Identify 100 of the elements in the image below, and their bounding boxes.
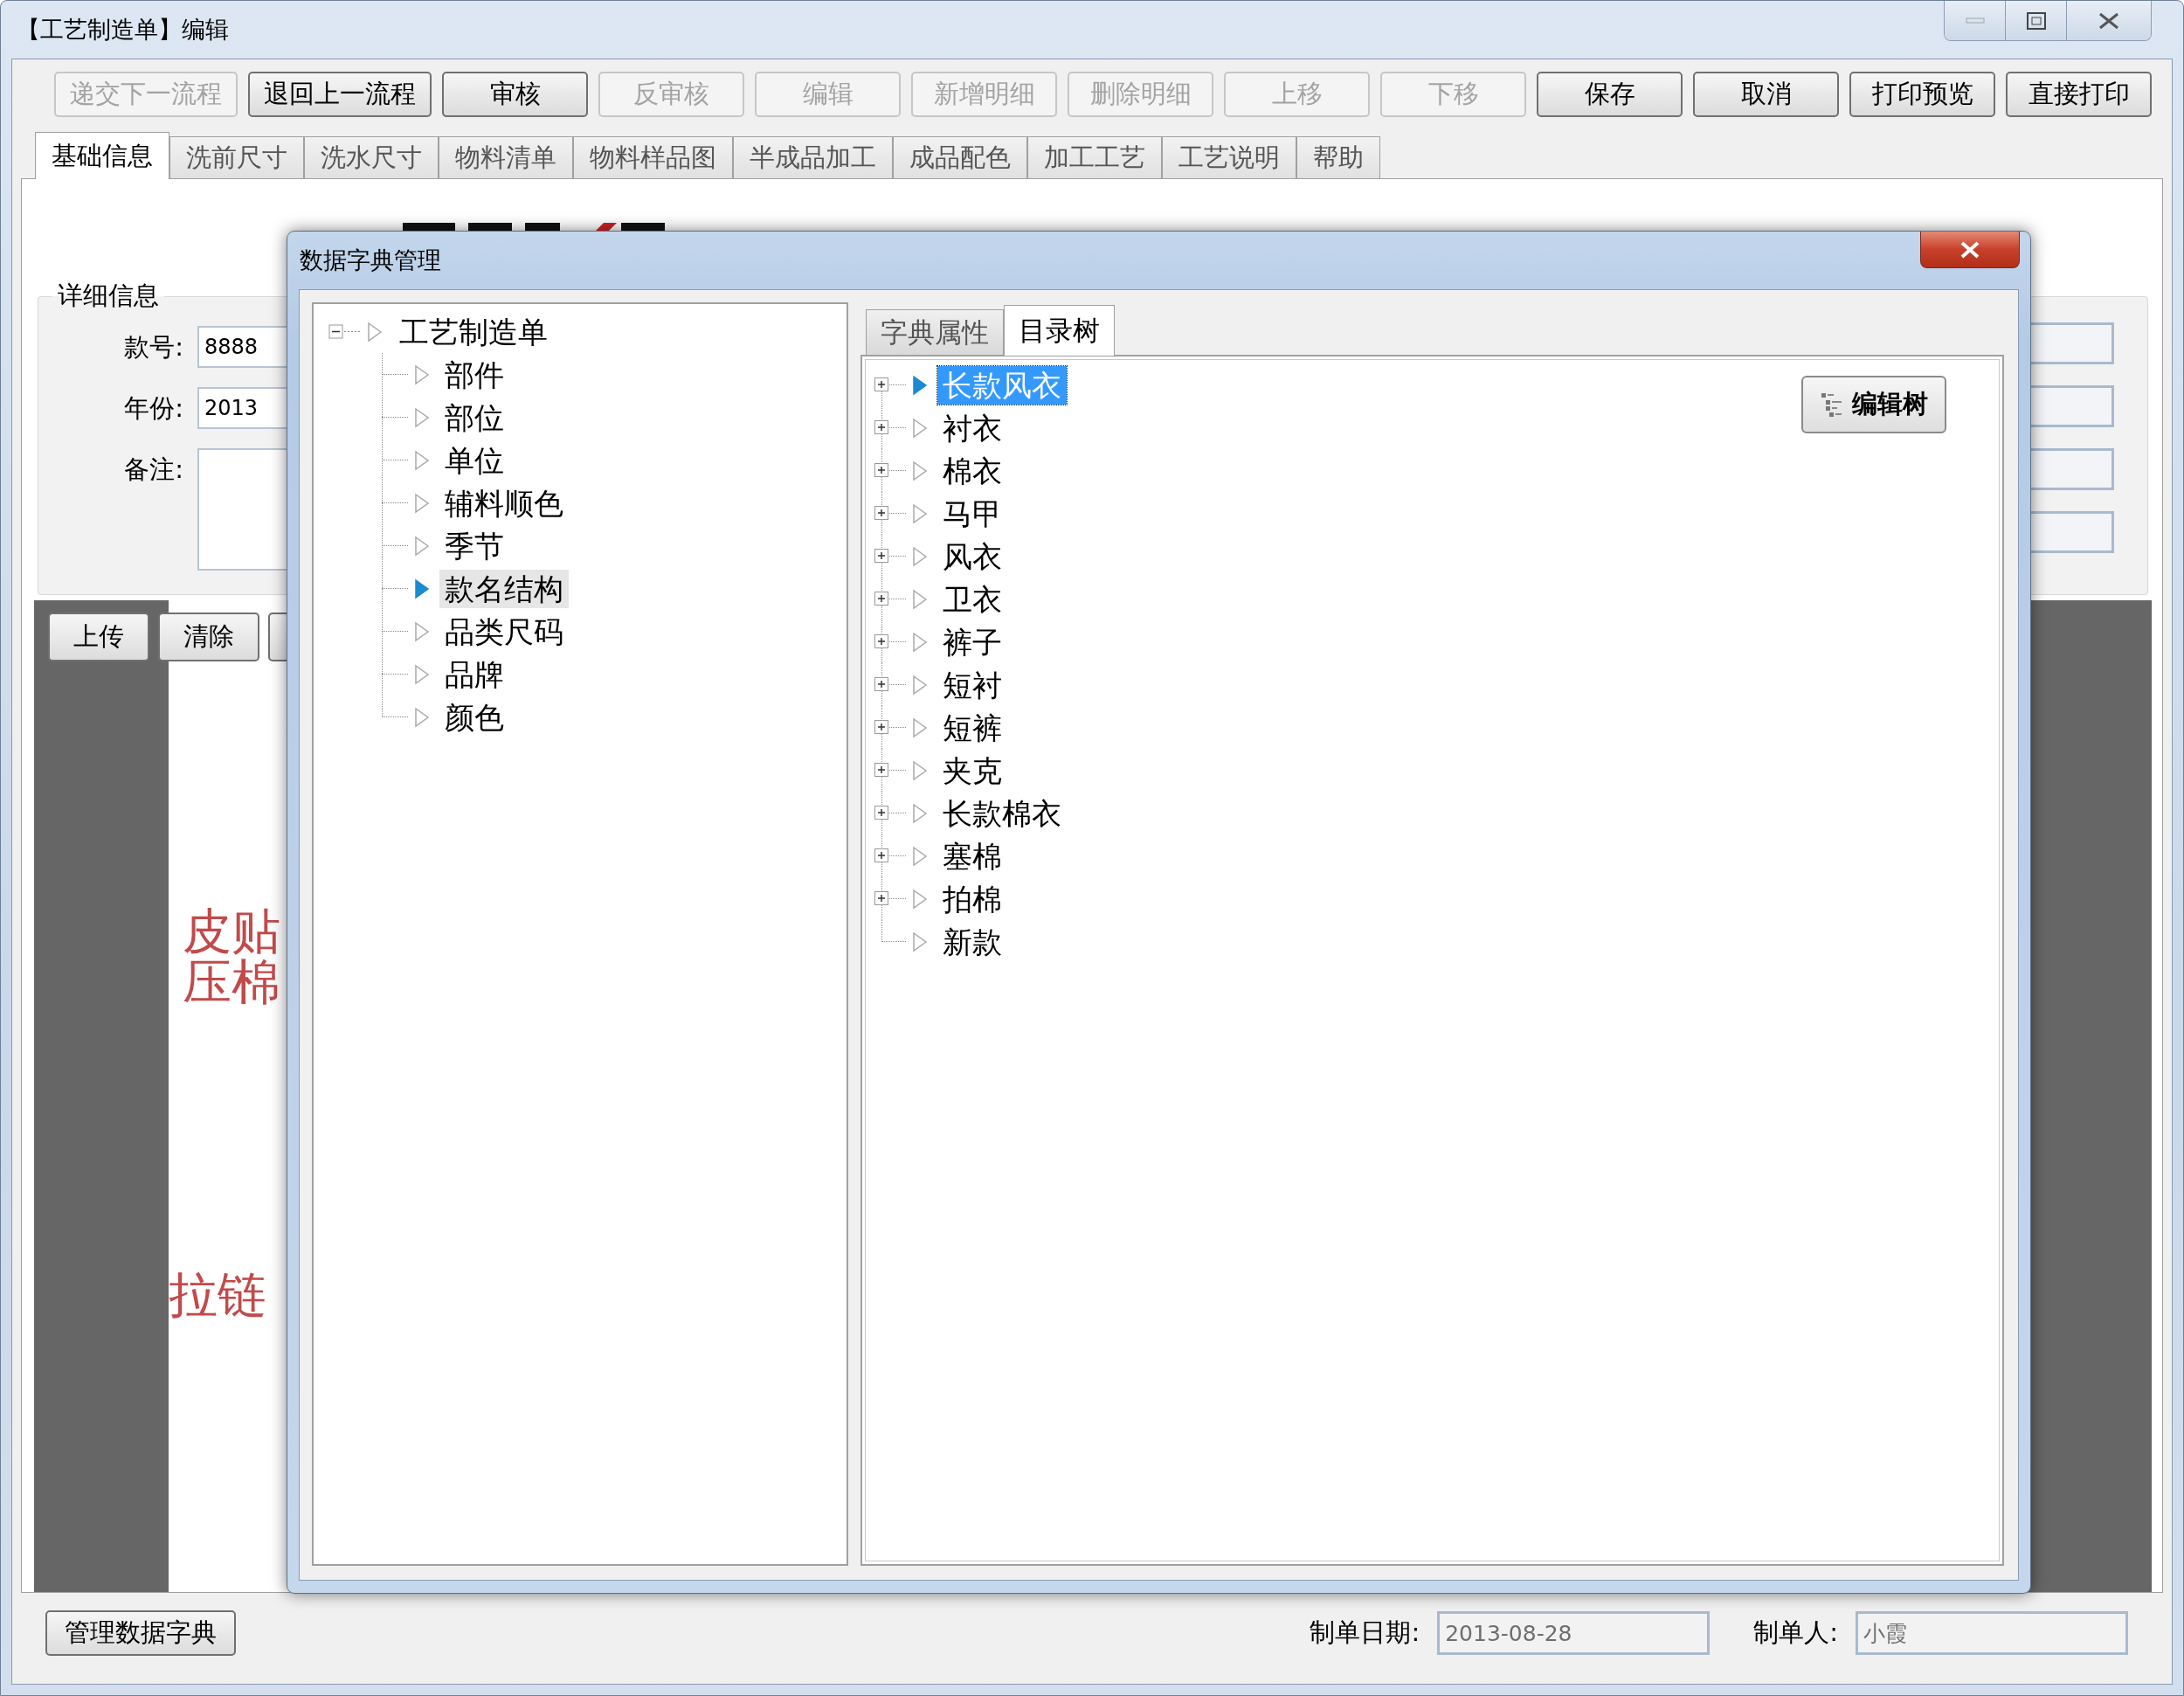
arrow-icon [413, 363, 431, 385]
toolbar-button[interactable]: 取消 [1693, 72, 1839, 117]
tree-item[interactable]: 短裤 [937, 708, 1007, 747]
arrow-icon [413, 449, 431, 471]
tree-item[interactable]: 风衣 [937, 536, 1007, 576]
expand-icon[interactable] [874, 634, 888, 648]
tab[interactable]: 字典属性 [866, 309, 1004, 355]
arrow-icon [911, 588, 929, 610]
tree-item[interactable]: 款名结构 [439, 569, 569, 608]
image-button[interactable]: 清除 [158, 613, 259, 661]
window-title: 【工艺制造单】编辑 [16, 15, 229, 45]
tree-item[interactable]: 单位 [439, 440, 509, 480]
tab[interactable]: 加工工艺 [1027, 136, 1162, 178]
tree-item[interactable]: 部件 [439, 355, 509, 394]
tree-item[interactable]: 棉衣 [937, 451, 1007, 490]
arrow-icon [911, 545, 929, 567]
expand-icon[interactable] [874, 677, 888, 691]
arrow-icon [413, 406, 431, 428]
tab[interactable]: 工艺说明 [1162, 136, 1296, 178]
close-button[interactable] [2067, 1, 2151, 40]
field-label: 制单人: [1753, 1616, 1838, 1649]
tab[interactable]: 帮助 [1296, 136, 1380, 178]
expand-icon[interactable] [874, 549, 888, 563]
arrow-icon [413, 535, 431, 557]
dialog-title: 数据字典管理 [299, 246, 441, 275]
selected-arrow-icon [413, 578, 431, 599]
expand-icon[interactable] [874, 463, 888, 477]
tree-item[interactable]: 衬衣 [937, 408, 1007, 447]
arrow-icon [911, 674, 929, 696]
tree-item[interactable]: 短衬 [937, 665, 1007, 704]
tree-item[interactable]: 塞棉 [937, 836, 1007, 876]
tree-item[interactable]: 部位 [439, 398, 509, 437]
tree-item[interactable]: 长款棉衣 [937, 793, 1067, 833]
field-label: 年份: [123, 392, 184, 425]
arrow-icon [413, 706, 431, 728]
tree-item[interactable]: 辅料顺色 [439, 483, 569, 523]
expand-icon[interactable] [874, 592, 888, 606]
selected-arrow-icon [911, 374, 929, 396]
expand-icon[interactable] [874, 420, 888, 434]
arrow-icon [413, 620, 431, 642]
tree-item[interactable]: 马甲 [937, 494, 1007, 533]
tab[interactable]: 洗前尺寸 [169, 136, 304, 178]
expand-icon[interactable] [874, 377, 888, 391]
close-icon [1959, 240, 1980, 259]
tree-item[interactable]: 新款 [937, 922, 1007, 961]
manage-dictionary-button[interactable]: 管理数据字典 [45, 1610, 236, 1656]
arrow-icon [911, 845, 929, 867]
tab[interactable]: 洗水尺寸 [304, 136, 439, 178]
tree-item[interactable]: 工艺制造单 [394, 312, 553, 351]
tree-item[interactable]: 季节 [439, 526, 509, 565]
arrow-icon [911, 631, 929, 653]
image-button[interactable]: 上传 [48, 613, 149, 661]
close-icon [2098, 10, 2120, 31]
expand-icon[interactable] [874, 720, 888, 734]
tab[interactable]: 目录树 [1004, 305, 1115, 356]
arrow-icon [911, 802, 929, 824]
tree-item[interactable]: 夹克 [937, 751, 1007, 790]
maximize-icon [2026, 11, 2046, 30]
tab[interactable]: 物料清单 [439, 136, 573, 178]
annotation-text: 压棉 [183, 957, 280, 1007]
expand-icon[interactable] [874, 506, 888, 520]
tab[interactable]: 成品配色 [893, 136, 1027, 178]
field-label: 款号: [123, 331, 184, 363]
arrow-icon [413, 663, 431, 685]
tree-item[interactable]: 颜色 [439, 697, 509, 737]
tree-item[interactable]: 裤子 [937, 622, 1007, 661]
toolbar-button[interactable]: 打印预览 [1849, 72, 1995, 117]
tree-item[interactable]: 品类尺码 [439, 612, 569, 651]
arrow-icon [911, 460, 929, 481]
expand-icon[interactable] [874, 763, 888, 777]
arrow-icon [911, 931, 929, 952]
arrow-icon [911, 502, 929, 524]
toolbar-button[interactable]: 退回上一流程 [248, 72, 432, 117]
tab[interactable]: 基础信息 [35, 132, 169, 179]
edit-tree-button[interactable]: 编辑树 [1801, 376, 1946, 433]
arrow-icon [911, 888, 929, 910]
tab[interactable]: 物料样品图 [573, 136, 733, 178]
maximize-button[interactable] [2006, 1, 2067, 40]
arrow-icon [911, 716, 929, 738]
close-button[interactable] [1920, 232, 2020, 268]
expand-icon[interactable] [874, 806, 888, 820]
group-title: 详细信息 [57, 280, 160, 312]
arrow-icon [911, 759, 929, 781]
field-label: 备注: [123, 453, 184, 486]
expand-icon[interactable] [874, 891, 888, 905]
arrow-icon [366, 321, 384, 343]
tree-item[interactable]: 拍棉 [937, 879, 1007, 918]
arrow-icon [911, 417, 929, 439]
minimize-icon [1965, 17, 1985, 24]
tree-item[interactable]: 卫衣 [937, 579, 1007, 619]
toolbar-button[interactable]: 审核 [442, 72, 588, 117]
toolbar-button[interactable]: 保存 [1537, 72, 1683, 117]
tab[interactable]: 半成品加工 [733, 136, 893, 178]
annotation-text: 皮贴 [183, 906, 280, 957]
expand-icon[interactable] [874, 848, 888, 862]
field-label: 制单日期: [1310, 1616, 1420, 1649]
annotation-text: 拉链 [169, 1270, 266, 1320]
tree-item[interactable]: 品牌 [439, 654, 509, 694]
toolbar-button[interactable]: 直接打印 [2006, 72, 2152, 117]
arrow-icon [413, 492, 431, 514]
